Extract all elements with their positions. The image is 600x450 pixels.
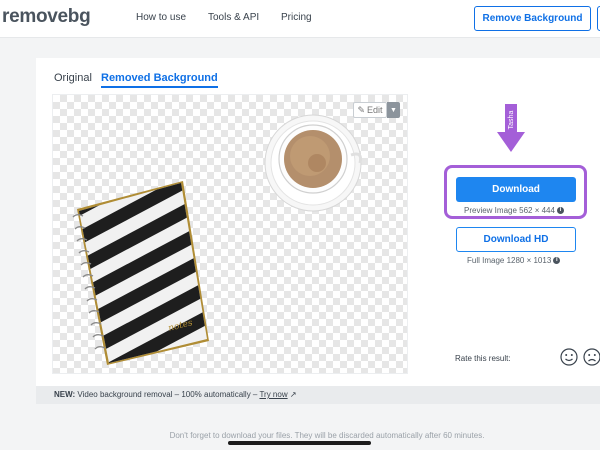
full-size-text: Full Image 1280 × 1013	[467, 256, 552, 265]
home-indicator	[228, 441, 371, 445]
preview-size-info: Preview Image 562 × 444 i	[464, 206, 564, 215]
removebg-logo[interactable]: removebg	[2, 6, 91, 28]
result-card: Original Removed Background notes ✎ Edit…	[36, 58, 600, 403]
info-icon[interactable]: i	[556, 207, 564, 215]
result-preview: notes ✎ Edit ▼	[52, 94, 408, 374]
caret-down-icon: ▼	[390, 106, 397, 114]
footer-notice: Don't forget to download your files. The…	[169, 431, 485, 440]
nav-pricing[interactable]: Pricing	[281, 12, 312, 23]
nav-how-to-use[interactable]: How to use	[136, 12, 186, 23]
preview-size-text: Preview Image 562 × 444	[464, 206, 555, 215]
logo-text: remove	[2, 6, 68, 27]
promo-banner: NEW: Video background removal – 100% aut…	[36, 386, 600, 404]
download-button[interactable]: Download	[456, 177, 576, 202]
remove-background-button[interactable]: Remove Background	[474, 6, 591, 31]
tab-original[interactable]: Original	[54, 72, 92, 84]
pencil-icon: ✎	[357, 104, 366, 115]
rate-result-label: Rate this result:	[455, 354, 511, 363]
download-panel: Tasha Download Preview Image 562 × 444 i …	[436, 58, 600, 403]
promo-prefix: NEW:	[54, 390, 76, 399]
sad-face-icon[interactable]	[583, 348, 600, 366]
tab-removed-background[interactable]: Removed Background	[101, 72, 218, 88]
top-navbar: removebg How to use Tools & API Pricing …	[0, 0, 600, 38]
download-hd-button[interactable]: Download HD	[456, 227, 576, 252]
coffee-cup-image	[264, 114, 363, 212]
annotation-arrow-icon: Tasha	[497, 104, 525, 152]
logo-suffix: bg	[67, 6, 91, 27]
full-size-info: Full Image 1280 × 1013 i	[467, 256, 561, 265]
edit-label: Edit	[367, 105, 383, 115]
info-icon[interactable]: i	[553, 257, 561, 265]
notebook-image: notes	[72, 181, 209, 365]
try-now-link[interactable]: Try now	[259, 390, 287, 399]
edit-button[interactable]: ✎ Edit	[353, 102, 387, 118]
external-link-icon: ↗	[289, 390, 297, 399]
happy-face-icon[interactable]	[560, 348, 578, 366]
edit-dropdown-toggle[interactable]: ▼	[387, 102, 400, 118]
nav-tools-api[interactable]: Tools & API	[208, 12, 259, 23]
promo-text: Video background removal – 100% automati…	[75, 390, 260, 399]
annotation-name: Tasha	[508, 111, 515, 130]
